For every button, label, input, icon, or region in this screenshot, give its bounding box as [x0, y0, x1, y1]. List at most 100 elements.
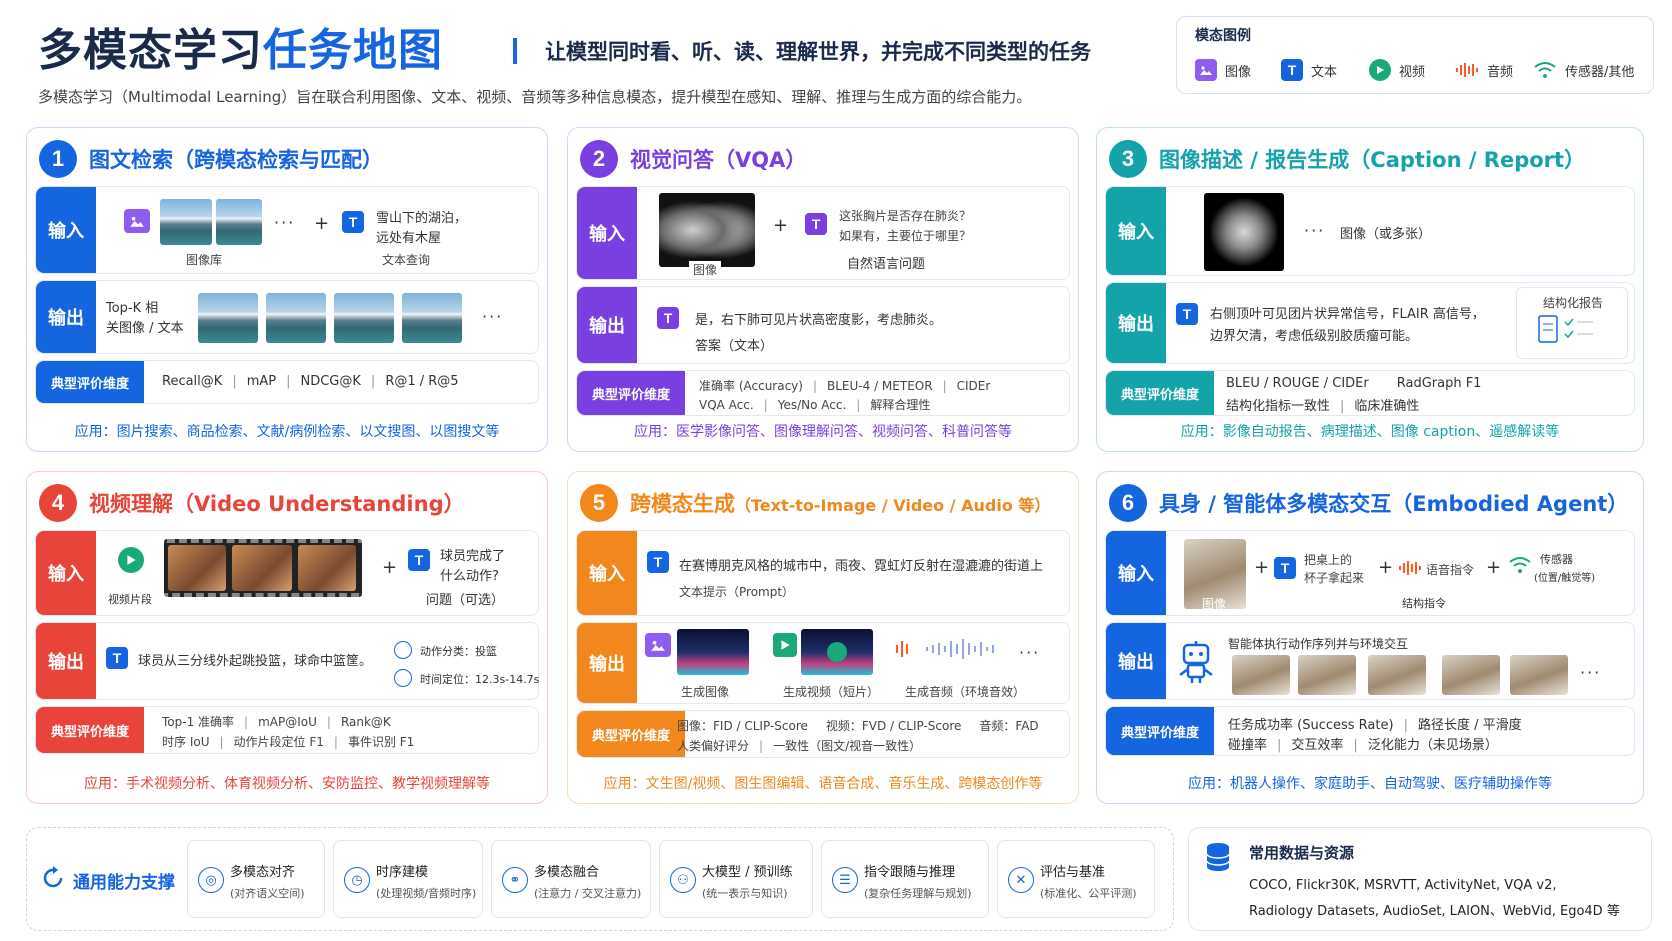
metric: Yes/No Acc.	[777, 398, 847, 412]
metric: R@1 / R@5	[385, 374, 459, 389]
more-dots: ···	[1019, 643, 1041, 662]
checklist-icon	[1538, 315, 1593, 343]
metric: 临床准确性	[1354, 399, 1420, 414]
action-classification: 动作分类：投篮	[420, 645, 497, 658]
action-frame	[1298, 655, 1356, 695]
metric: 泛化能力（未见场景）	[1367, 738, 1498, 753]
capability-title: 评估与基准	[1040, 865, 1106, 880]
input-label: 输入	[36, 187, 96, 273]
plus-sign: +	[314, 213, 330, 234]
result-thumbnail	[334, 293, 394, 343]
card-title: 图像描述 / 报告生成（Caption / Report）	[1159, 148, 1586, 172]
capability-item: ◷ 时序建模 (处理视频/音频时序)	[333, 840, 483, 918]
text-icon: T	[657, 307, 679, 329]
metric: 事件识别 F1	[347, 735, 415, 749]
report-text-line1: 右侧顶叶可见团片状异常信号，FLAIR 高信号，	[1210, 307, 1485, 322]
application-note: 应用：文生图/视频、图生图编辑、语音合成、音乐生成、跨模态创作等	[603, 776, 1043, 792]
video-clip-caption: 视频片段	[108, 593, 152, 606]
text-icon: T	[1176, 303, 1198, 325]
sensor-label: 传感器	[1540, 553, 1573, 566]
eval-line2: 时序 IoU | 动作片段定位 F1 | 事件识别 F1	[162, 735, 415, 749]
brain-mri-thumbnail	[1204, 193, 1284, 271]
video-icon	[773, 633, 797, 657]
audio-icon	[1399, 561, 1421, 575]
input-label: 输入	[1106, 187, 1166, 275]
page-description: 多模态学习（Multimodal Learning）旨在联合利用图像、文本、视频…	[38, 88, 1032, 106]
capability-sub: (对齐语义空间)	[230, 887, 305, 900]
eval-label: 典型评价维度	[577, 371, 685, 415]
eval-line2: 碰撞率 | 交互效率 | 泛化能力（未见场景）	[1228, 738, 1498, 753]
page-tagline: 让模型同时看、听、读、理解世界，并完成不同类型的任务	[545, 40, 1091, 64]
legend-item-sensor: 传感器/其他	[1533, 59, 1634, 81]
eval-label: 典型评价维度	[1106, 707, 1214, 755]
output-label: 输出	[577, 623, 637, 703]
chest-xray-thumbnail	[659, 193, 755, 267]
metric: RadGraph F1	[1396, 376, 1482, 391]
metric: 路径长度 / 平滑度	[1417, 718, 1522, 733]
image-icon	[124, 209, 150, 233]
question-line1: 这张胸片是否存在肺炎？	[839, 209, 972, 223]
plus-sign: +	[773, 215, 789, 236]
video-filmstrip	[164, 539, 362, 597]
output-description: 球员从三分线外起跳投篮，球命中篮筐。	[138, 654, 373, 669]
play-icon	[827, 642, 847, 662]
card-title: 视觉问答（VQA）	[630, 148, 807, 172]
metric: 任务成功率 (Success Rate)	[1228, 718, 1394, 733]
output-label: 输出	[1106, 623, 1166, 699]
page-title: 多模态学习任务地图	[38, 14, 443, 78]
text-icon: T	[106, 647, 128, 669]
action-frame	[1510, 655, 1568, 695]
audio-waveform-icon	[896, 639, 994, 659]
text-icon: T	[1274, 557, 1296, 579]
output-row: 输出 T 右侧顶叶可见团片状异常信号，FLAIR 高信号， 边界欠清，考虑低级别…	[1105, 282, 1635, 364]
result-thumbnail	[198, 293, 258, 343]
legend-label-text: 文本	[1311, 64, 1338, 80]
resources-line2: Radiology Datasets, AudioSet, LAION、WebV…	[1249, 904, 1620, 919]
metric: 图像：FID / CLIP-Score	[677, 719, 808, 733]
temporal-localization: 时间定位：12.3s-14.7s	[420, 673, 540, 686]
question-caption: 自然语言问题	[847, 257, 926, 272]
prompt-caption: 文本提示（Prompt）	[679, 585, 795, 599]
metric: VQA Acc.	[699, 398, 754, 412]
metric: 交互效率	[1291, 738, 1344, 753]
metric: Top-1 准确率	[162, 715, 235, 729]
capability-sub: (注意力 / 交叉注意力)	[534, 887, 642, 900]
capability-sub: (统一表示与知识)	[702, 887, 788, 900]
input-label: 输入	[577, 531, 637, 615]
text-query-caption: 文本查询	[382, 253, 431, 267]
eval-line2: 结构化指标一致性 | 临床准确性	[1226, 399, 1420, 414]
capability-sub: (复杂任务理解与规划)	[864, 887, 972, 900]
eval-row: 典型评价维度 Recall@K | mAP | NDCG@K | R@1 / R@5	[35, 360, 539, 404]
capability-title: 大模型 / 预训练	[702, 865, 793, 880]
legend-item-image: 图像	[1195, 59, 1251, 81]
metric: BLEU-4 / METEOR	[827, 379, 933, 393]
mountain-lake-thumbnail	[216, 199, 262, 245]
question-caption: 问题（可选）	[426, 593, 505, 608]
metric: 动作片段定位 F1	[233, 735, 324, 749]
title-divider	[513, 38, 517, 64]
eval-line2: VQA Acc. | Yes/No Acc. | 解释合理性	[699, 398, 931, 412]
general-capabilities-bar: 通用能力支撑 ◎ 多模态对齐 (对齐语义空间) ◷ 时序建模 (处理视频/音频时序) ⚭…	[26, 827, 1174, 931]
plus-sign: +	[1378, 557, 1394, 578]
metric: BLEU / ROUGE / CIDEr	[1226, 376, 1369, 391]
input-row: 输入 T 在赛博朋克风格的城市中，雨夜、霓虹灯反射在湿漉漉的街道上 文本提示（P…	[576, 530, 1070, 616]
generated-video-thumbnail	[801, 629, 873, 675]
application-note: 应用：手术视频分析、体育视频分析、安防监控、教学视频理解等	[84, 776, 490, 792]
card-title: 具身 / 智能体多模态交互（Embodied Agent）	[1159, 492, 1629, 516]
eval-row: 典型评价维度 任务成功率 (Success Rate) | 路径长度 / 平滑度 碰…	[1105, 706, 1635, 756]
sensor-icon	[1533, 59, 1557, 81]
eval-row: 典型评价维度 Top-1 准确率 | mAP@IoU | Rank@K 时序 IoU | 动…	[35, 706, 539, 754]
input-row: 输入 ··· 图像（或多张）	[1105, 186, 1635, 276]
metric: CIDEr	[956, 379, 991, 393]
card-title: 图文检索（跨模态检索与匹配）	[89, 148, 383, 172]
capability-title: 指令跟随与推理	[864, 865, 956, 880]
more-dots: ···	[1304, 221, 1326, 240]
sensor-detail: (位置/触觉等)	[1534, 573, 1596, 584]
card-number: 5	[580, 484, 618, 522]
text-icon: T	[647, 551, 669, 573]
capability-title: 多模态对齐	[230, 865, 296, 880]
resources-line1: COCO, Flickr30K, MSRVTT, ActivityNet, VQ…	[1249, 878, 1557, 893]
eval-label: 典型评价维度	[36, 361, 144, 403]
legend-item-video: 视频	[1369, 59, 1425, 81]
output-row: 输出 智能体执行动作序列并与环境交互 ···	[1105, 622, 1635, 700]
